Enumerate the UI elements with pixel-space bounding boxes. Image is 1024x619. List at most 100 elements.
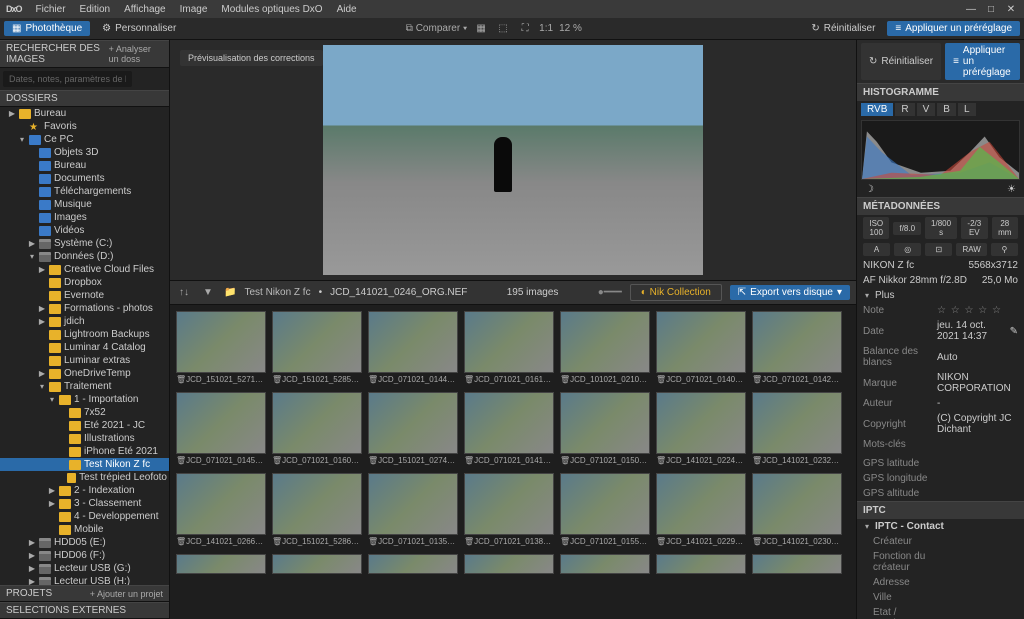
histo-tab-b[interactable]: B — [937, 103, 956, 116]
thumbnail[interactable]: 🗑JCD_141021_0224_ORG.N... — [656, 392, 746, 467]
thumbnail[interactable]: 🗑JCD_071021_0155_ORG.N... — [560, 473, 650, 548]
reset-button-right[interactable]: ↻ Réinitialiser — [861, 43, 941, 80]
grid-icon[interactable]: ▦ — [473, 21, 489, 37]
tree-item[interactable]: Objets 3D — [0, 146, 169, 159]
apply-preset-button-right[interactable]: ≡ Appliquer un préréglage — [945, 43, 1020, 80]
export-button[interactable]: ⇱ Export vers disque ▾ — [730, 285, 850, 300]
tree-item[interactable]: Test Nikon Z fc — [0, 458, 169, 471]
search-input[interactable] — [3, 71, 132, 87]
nik-collection-button[interactable]: ◐ Nik Collection — [630, 284, 722, 301]
iptc-field[interactable]: Ville — [857, 590, 1024, 605]
tree-item[interactable]: Luminar 4 Catalog — [0, 341, 169, 354]
tree-item[interactable]: ▾Traitement — [0, 380, 169, 393]
zoom-ratio[interactable]: 1:1 — [539, 23, 553, 34]
iptc-contact-toggle[interactable]: ▾IPTC - Contact — [857, 519, 1024, 534]
tree-item[interactable]: Musique — [0, 198, 169, 211]
thumbnail[interactable]: 🗑JCD_141021_0230_ORG.N... — [752, 473, 842, 548]
tree-item[interactable]: Dropbox — [0, 276, 169, 289]
tree-item[interactable]: iPhone Eté 2021 — [0, 445, 169, 458]
sun-icon[interactable]: ☀ — [1007, 184, 1016, 195]
expand-icon[interactable]: ⛶ — [517, 21, 533, 37]
thumbnail-grid[interactable]: 🗑JCD_151021_5271_ORG.N...🗑JCD_151021_528… — [170, 305, 856, 619]
preview-image[interactable] — [323, 45, 703, 275]
tree-item[interactable]: ▾1 - Importation — [0, 393, 169, 406]
thumbnail[interactable] — [464, 554, 554, 574]
iptc-field[interactable]: Etat / Province — [857, 605, 1024, 619]
tree-item[interactable]: 4 - Developpement — [0, 510, 169, 523]
tab-customize[interactable]: ⚙ Personnaliser — [94, 21, 184, 36]
thumbnail[interactable]: 🗑JCD_071021_0161_ORG.N... — [464, 311, 554, 386]
tree-item[interactable]: 7x52 — [0, 406, 169, 419]
tree-item[interactable]: ▶OneDriveTemp — [0, 367, 169, 380]
tree-item[interactable]: Mobile — [0, 523, 169, 536]
tree-item[interactable]: Eté 2021 - JC — [0, 419, 169, 432]
plus-toggle[interactable]: ▾Plus — [857, 288, 1024, 303]
add-project-link[interactable]: + Ajouter un projet — [90, 589, 163, 599]
tree-item[interactable]: ▶Creative Cloud Files — [0, 263, 169, 276]
tree-item[interactable]: ▾Ce PC — [0, 133, 169, 146]
thumbnail[interactable]: 🗑JCD_071021_0160_ORG.N... — [272, 392, 362, 467]
compare-button[interactable]: ⧉ Comparer ▾ — [406, 23, 467, 34]
thumbnail[interactable]: 🗑JCD_151021_5286_ORG.N... — [272, 473, 362, 548]
tree-item[interactable]: ▶HDD06 (F:) — [0, 549, 169, 562]
tree-item[interactable]: Bureau — [0, 159, 169, 172]
thumbnail[interactable] — [752, 554, 842, 574]
apply-preset-button[interactable]: ≡ Appliquer un préréglage — [887, 21, 1020, 36]
thumbnail[interactable]: 🗑JCD_071021_0150_ORG.N... — [560, 392, 650, 467]
thumbnail[interactable] — [272, 554, 362, 574]
menu-help[interactable]: Aide — [337, 4, 357, 15]
tree-item[interactable]: Illustrations — [0, 432, 169, 445]
window-min-icon[interactable]: — — [964, 4, 978, 15]
histo-tab-v[interactable]: V — [917, 103, 936, 116]
menu-edit[interactable]: Edition — [80, 4, 111, 15]
tree-item[interactable]: ▶Formations - photos — [0, 302, 169, 315]
analyze-link[interactable]: + Analyser un doss — [109, 44, 163, 64]
moon-icon[interactable]: ☽ — [865, 184, 874, 195]
fit-icon[interactable]: ⬚ — [495, 21, 511, 37]
thumbnail[interactable]: 🗑JCD_071021_0141_ORG.N... — [464, 392, 554, 467]
thumbnail[interactable]: 🗑JCD_151021_5271_ORG.N... — [176, 311, 266, 386]
tree-item[interactable]: Vidéos — [0, 224, 169, 237]
tree-item[interactable]: ▾Données (D:) — [0, 250, 169, 263]
tree-item[interactable]: Luminar extras — [0, 354, 169, 367]
histo-tab-rvb[interactable]: RVB — [861, 103, 893, 116]
thumbnail[interactable]: 🗑JCD_101021_0210_ORG.N... — [560, 311, 650, 386]
tree-item[interactable]: ▶Système (C:) — [0, 237, 169, 250]
thumbnail[interactable] — [368, 554, 458, 574]
thumbnail[interactable] — [560, 554, 650, 574]
histo-tab-r[interactable]: R — [895, 103, 914, 116]
filter-icon[interactable]: ▼ — [200, 285, 216, 301]
menu-image[interactable]: Image — [180, 4, 208, 15]
folder-tree[interactable]: ▶Bureau★Favoris▾Ce PCObjets 3DBureauDocu… — [0, 107, 169, 585]
thumbnail[interactable]: 🗑JCD_151021_5285_ORG.N... — [272, 311, 362, 386]
tree-item[interactable]: Images — [0, 211, 169, 224]
iptc-field[interactable]: Fonction du créateur — [857, 549, 1024, 575]
menu-optics[interactable]: Modules optiques DxO — [221, 4, 322, 15]
thumbnail[interactable]: 🗑JCD_071021_0145_ORG.N... — [176, 392, 266, 467]
thumbnail[interactable]: 🗑JCD_071021_0144_ORG.N... — [368, 311, 458, 386]
tree-item[interactable]: ▶Bureau — [0, 107, 169, 120]
menu-file[interactable]: Fichier — [36, 4, 66, 15]
reset-button[interactable]: ↻ Réinitialiser — [803, 21, 883, 36]
tree-item[interactable]: Test trépied Leofoto — [0, 471, 169, 484]
tree-item[interactable]: ▶jdich — [0, 315, 169, 328]
tree-item[interactable]: ▶Lecteur USB (H:) — [0, 575, 169, 585]
thumbnail[interactable]: 🗑JCD_151021_0274_ORG.N... — [368, 392, 458, 467]
thumbnail[interactable]: 🗑JCD_141021_0266_ORG.N... — [176, 473, 266, 548]
thumbnail[interactable]: 🗑JCD_141021_0232_ORG.N... — [752, 392, 842, 467]
thumbnail[interactable]: 🗑JCD_071021_0140_ORG.N... — [656, 311, 746, 386]
breadcrumb-folder[interactable]: Test Nikon Z fc — [244, 287, 310, 298]
tree-item[interactable]: ▶Lecteur USB (G:) — [0, 562, 169, 575]
thumbnail[interactable]: 🗑JCD_071021_0142_ORG.N... — [752, 311, 842, 386]
thumbnail[interactable]: 🗑JCD_141021_0229_ORG.N... — [656, 473, 746, 548]
histo-tab-l[interactable]: L — [958, 103, 976, 116]
window-close-icon[interactable]: ✕ — [1004, 4, 1018, 15]
thumbnail[interactable]: 🗑JCD_071021_0135_ORG.N... — [368, 473, 458, 548]
thumbnail[interactable] — [656, 554, 746, 574]
tree-item[interactable]: ★Favoris — [0, 120, 169, 133]
sort-icon[interactable]: ↑↓ — [176, 285, 192, 301]
tab-library[interactable]: ▦ Photothèque — [4, 21, 90, 36]
tree-item[interactable]: Evernote — [0, 289, 169, 302]
tree-item[interactable]: Documents — [0, 172, 169, 185]
thumbnail[interactable] — [176, 554, 266, 574]
